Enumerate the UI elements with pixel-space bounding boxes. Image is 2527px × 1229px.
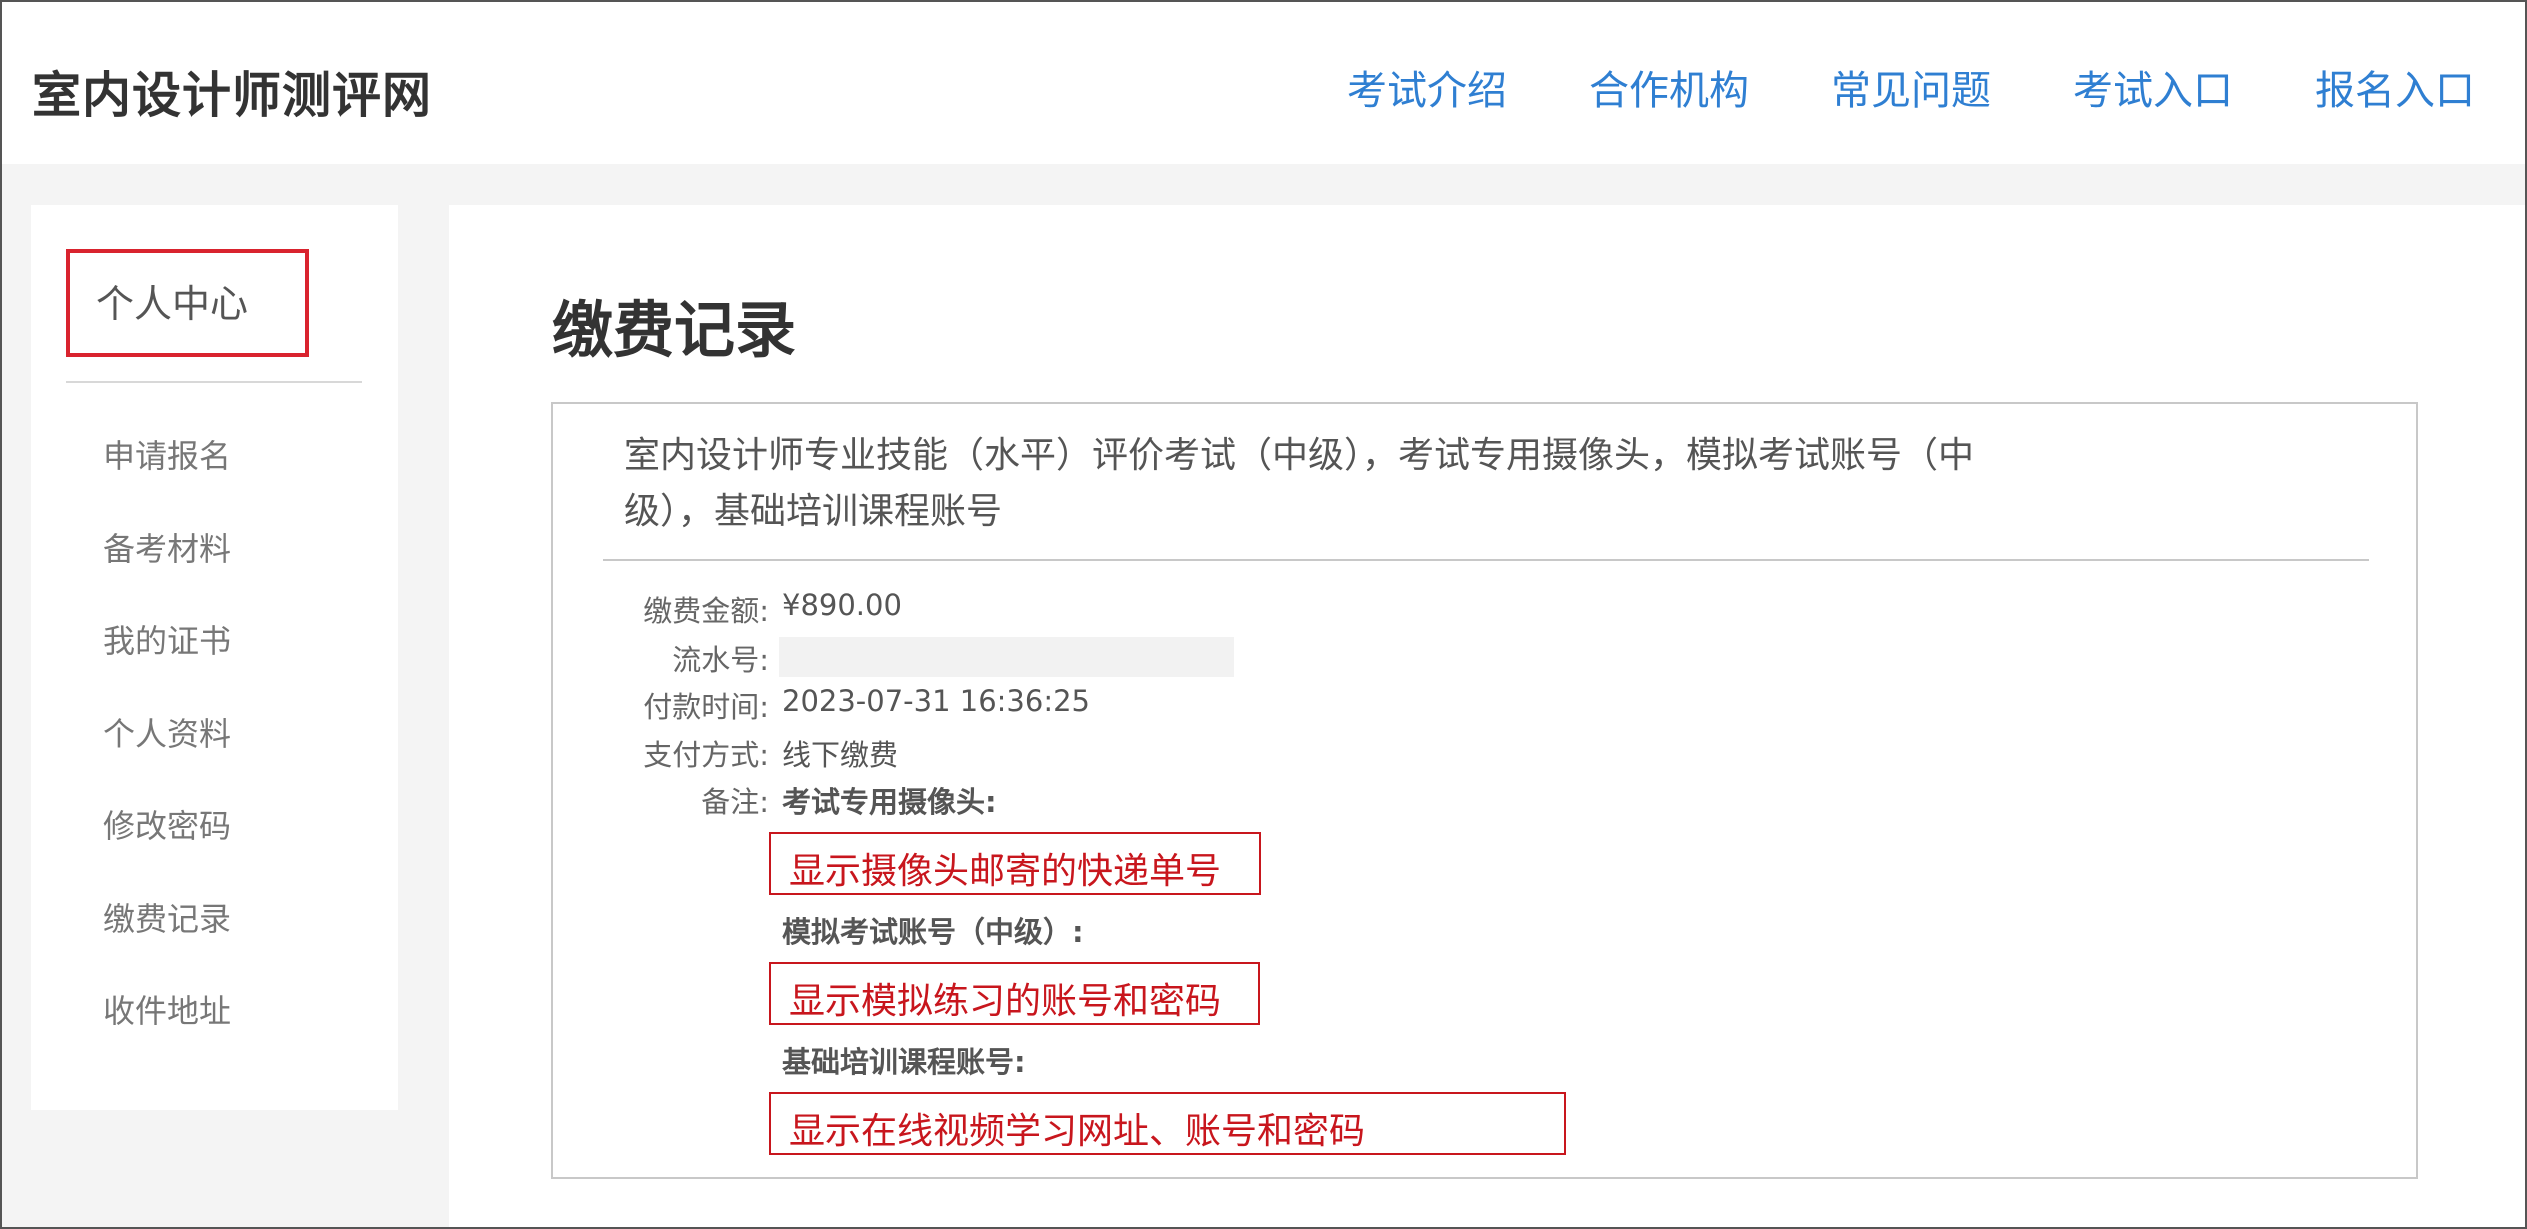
pay-method-value: 线下缴费 [782,738,899,772]
record-title: 室内设计师专业技能（水平）评价考试（中级），考试专用摄像头，模拟考试账号（中级）… [624,435,1975,532]
amount-value: ¥890.00 [782,588,902,622]
nav-register-entry[interactable]: 报名入口 [2315,58,2475,116]
sidebar-item-apply[interactable]: 申请报名 [103,431,231,524]
note-camera-heading: 考试专用摄像头: [782,785,997,819]
notes-label: 备注: [701,785,769,819]
pay-method-row: 支付方式: [553,732,769,772]
sidebar-menu: 申请报名 备考材料 我的证书 个人资料 修改密码 缴费记录 收件地址 [103,431,231,1079]
card-divider [603,559,2369,561]
sidebar-item-study-materials[interactable]: 备考材料 [103,524,231,617]
note-training-heading: 基础培训课程账号: [782,1045,1026,1079]
sidebar-item-change-password[interactable]: 修改密码 [103,801,231,894]
nav-faq[interactable]: 常见问题 [1831,58,1991,116]
top-nav: 考试介绍 合作机构 常见问题 考试入口 报名入口 [1347,58,2475,116]
sidebar-item-payment-records[interactable]: 缴费记录 [103,894,231,987]
pay-time-value: 2023-07-31 16:36:25 [782,684,1090,718]
sidebar-item-shipping-address[interactable]: 收件地址 [103,986,231,1079]
pay-method-label: 支付方式: [643,738,769,772]
amount-label: 缴费金额: [643,594,769,628]
nav-exam-intro[interactable]: 考试介绍 [1347,58,1507,116]
pay-time-row: 付款时间: [553,684,769,724]
sidebar-item-profile[interactable]: 个人资料 [103,709,231,802]
site-title[interactable]: 室内设计师测评网 [32,56,432,127]
pay-time-label: 付款时间: [643,690,769,724]
note-mock-exam-account: 显示模拟练习的账号和密码 [769,962,1260,1025]
main-content: 缴费记录 室内设计师专业技能（水平）评价考试（中级），考试专用摄像头，模拟考试账… [449,205,2525,1227]
site-header: 室内设计师测评网 考试介绍 合作机构 常见问题 考试入口 报名入口 [2,2,2525,164]
notes-row: 备注: [553,779,769,819]
sidebar: 个人中心 申请报名 备考材料 我的证书 个人资料 修改密码 缴费记录 收件地址 [31,205,398,1110]
note-mock-exam-heading: 模拟考试账号（中级）: [782,915,1084,949]
serial-value-redacted [779,637,1234,677]
nav-partners[interactable]: 合作机构 [1589,58,1749,116]
page-title: 缴费记录 [552,295,797,366]
note-camera-tracking: 显示摄像头邮寄的快递单号 [769,832,1261,895]
nav-exam-entry[interactable]: 考试入口 [2073,58,2233,116]
note-training-account: 显示在线视频学习网址、账号和密码 [769,1092,1566,1155]
amount-row: 缴费金额: [553,588,769,628]
payment-record-card: 室内设计师专业技能（水平）评价考试（中级），考试专用摄像头，模拟考试账号（中级）… [551,402,2418,1179]
serial-row: 流水号: [553,637,769,677]
serial-label: 流水号: [672,643,769,677]
sidebar-divider [66,381,362,383]
sidebar-item-certificates[interactable]: 我的证书 [103,616,231,709]
sidebar-title[interactable]: 个人中心 [96,273,248,328]
